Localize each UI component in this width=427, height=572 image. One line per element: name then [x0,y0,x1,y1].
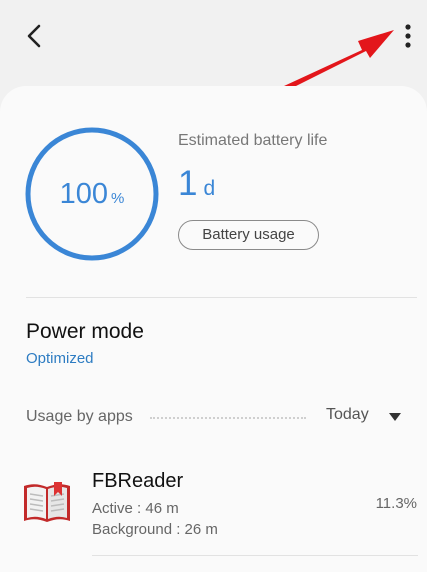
power-mode-title[interactable]: Power mode [26,320,144,344]
book-icon [24,482,70,522]
app-usage-row[interactable]: FBReader Active : 46 m Background : 26 m… [0,464,427,558]
period-label: Today [326,406,369,423]
divider [92,555,418,556]
app-usage-percent: 11.3% [375,495,417,512]
estimated-battery-life-value: 1d [178,164,215,209]
period-dropdown[interactable]: Today [326,406,410,430]
more-options-button[interactable] [392,18,424,54]
app-name: FBReader [92,470,184,492]
app-bar [0,0,427,86]
estimated-value-unit: d [203,177,216,200]
divider [26,297,417,298]
dotted-leader [150,417,306,419]
power-mode-value[interactable]: Optimized [26,350,94,367]
back-button[interactable] [18,18,54,54]
estimated-battery-life-label: Estimated battery life [178,132,328,149]
estimated-value-number: 1 [178,164,198,203]
usage-by-apps-label: Usage by apps [26,408,133,425]
caret-down-icon [389,413,401,421]
chevron-left-icon [27,24,41,48]
more-vertical-icon [405,24,411,48]
battery-percentage-value: 100 [59,178,109,210]
app-background-time: Background : 26 m [92,521,218,538]
app-active-time: Active : 46 m [92,500,179,517]
battery-usage-button[interactable]: Battery usage [178,220,319,250]
battery-card: 100% Estimated battery life 1d Battery u… [0,86,427,572]
battery-percentage-unit: % [111,190,125,207]
battery-percentage: 100% [24,178,160,215]
